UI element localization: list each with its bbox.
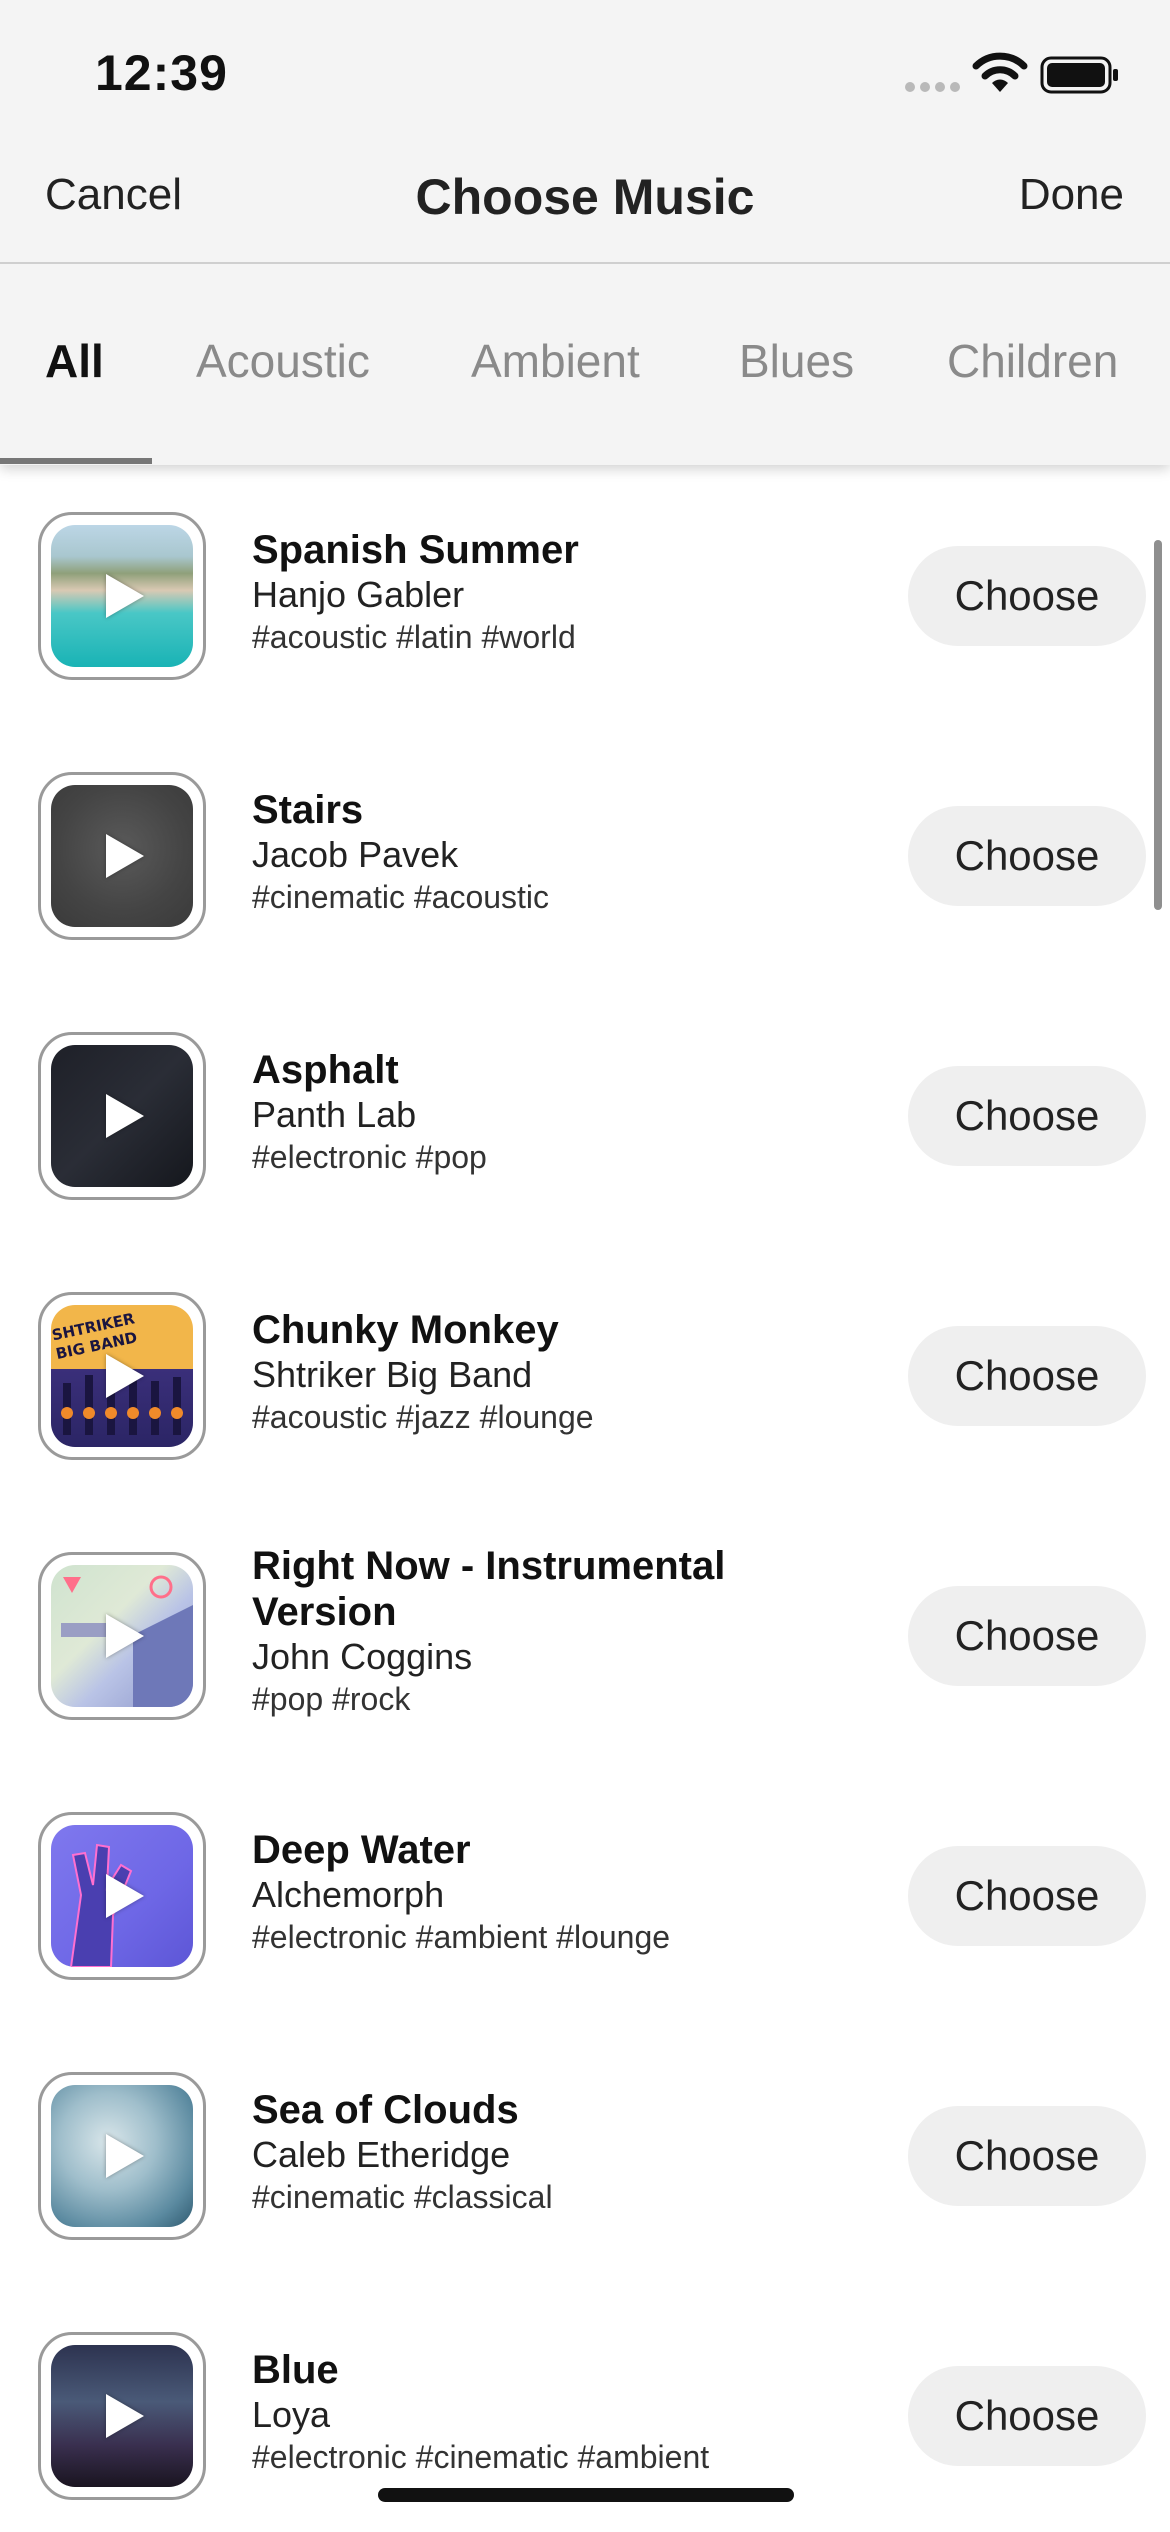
header: 12:39 Cancel Choose Music Done All Acous… [0, 0, 1170, 465]
tab-acoustic[interactable]: Acoustic [196, 334, 370, 388]
track-title: Stairs [252, 788, 364, 832]
track-row: Deep Water Alchemorph #electronic #ambie… [0, 1765, 1170, 2025]
track-artist: Alchemorph [252, 1874, 445, 1915]
choose-button[interactable]: Choose [908, 2366, 1146, 2466]
album-art-button[interactable] [38, 2332, 206, 2500]
choose-button[interactable]: Choose [908, 1586, 1146, 1686]
track-row: Stairs Jacob Pavek #cinematic #acoustic … [0, 725, 1170, 985]
wifi-icon [972, 52, 1028, 92]
album-art [51, 1565, 193, 1707]
tab-ambient[interactable]: Ambient [471, 334, 640, 388]
album-art: SHTRIKER BIG BAND [51, 1305, 193, 1447]
track-title: Spanish Summer [252, 528, 579, 572]
track-info: Sea of Clouds Caleb Etheridge #cinematic… [252, 2087, 812, 2217]
track-row: Spanish Summer Hanjo Gabler #acoustic #l… [0, 465, 1170, 725]
play-icon [106, 2394, 144, 2438]
album-art-button[interactable] [38, 512, 206, 680]
track-info: Stairs Jacob Pavek #cinematic #acoustic [252, 787, 812, 917]
track-tags: #pop #rock [252, 1681, 411, 1717]
choose-button[interactable]: Choose [908, 2106, 1146, 2206]
album-art-button[interactable] [38, 772, 206, 940]
album-art [51, 2085, 193, 2227]
tab-all[interactable]: All [45, 334, 104, 388]
play-icon [106, 1614, 144, 1658]
track-title: Right Now - Instrumental Version [252, 1544, 726, 1634]
track-artist: Shtriker Big Band [252, 1354, 533, 1395]
album-art-button[interactable] [38, 2072, 206, 2240]
track-title: Sea of Clouds [252, 2088, 519, 2132]
play-icon [106, 574, 144, 618]
choose-button[interactable]: Choose [908, 806, 1146, 906]
album-art [51, 525, 193, 667]
album-art [51, 1045, 193, 1187]
status-bar: 12:39 [0, 0, 1170, 150]
track-tags: #acoustic #latin #world [252, 619, 576, 655]
play-icon [106, 1094, 144, 1138]
track-info: Chunky Monkey Shtriker Big Band #acousti… [252, 1307, 812, 1437]
track-tags: #electronic #ambient #lounge [252, 1919, 671, 1955]
track-title: Deep Water [252, 1828, 471, 1872]
track-artist: John Coggins [252, 1636, 473, 1677]
track-tags: #cinematic #classical [252, 2179, 553, 2215]
track-info: Asphalt Panth Lab #electronic #pop [252, 1047, 812, 1177]
track-artist: Caleb Etheridge [252, 2134, 511, 2175]
choose-button[interactable]: Choose [908, 1846, 1146, 1946]
track-artist: Jacob Pavek [252, 834, 459, 875]
track-tags: #acoustic #jazz #lounge [252, 1399, 594, 1435]
track-info: Right Now - Instrumental Version John Co… [252, 1543, 812, 1719]
album-art-button[interactable] [38, 1812, 206, 1980]
track-row: SHTRIKER BIG BAND Chunky Monkey Shtriker… [0, 1245, 1170, 1505]
album-art [51, 1825, 193, 1967]
music-list: Spanish Summer Hanjo Gabler #acoustic #l… [0, 465, 1170, 2532]
track-title: Asphalt [252, 1048, 399, 1092]
album-art-button[interactable]: SHTRIKER BIG BAND [38, 1292, 206, 1460]
tab-blues[interactable]: Blues [739, 334, 854, 388]
genre-tabs: All Acoustic Ambient Blues Children [0, 264, 1170, 465]
page-title: Choose Music [415, 169, 755, 225]
track-info: Deep Water Alchemorph #electronic #ambie… [252, 1827, 812, 1957]
track-info: Spanish Summer Hanjo Gabler #acoustic #l… [252, 527, 812, 657]
track-tags: #cinematic #acoustic [252, 879, 550, 915]
choose-button[interactable]: Choose [908, 1326, 1146, 1426]
done-button[interactable]: Done [1019, 170, 1124, 220]
signal-dots-icon [905, 82, 961, 92]
track-row: Right Now - Instrumental Version John Co… [0, 1505, 1170, 1765]
play-icon [106, 834, 144, 878]
track-row: Asphalt Panth Lab #electronic #pop Choos… [0, 985, 1170, 1245]
play-icon [106, 1874, 144, 1918]
battery-icon [1040, 56, 1118, 94]
status-time: 12:39 [95, 45, 228, 101]
album-art-button[interactable] [38, 1552, 206, 1720]
album-art-button[interactable] [38, 1032, 206, 1200]
track-artist: Loya [252, 2394, 331, 2435]
tab-children[interactable]: Children [947, 334, 1118, 388]
navigation-bar: Cancel Choose Music Done [0, 150, 1170, 262]
track-info: Blue Loya #electronic #cinematic #ambien… [252, 2347, 812, 2477]
album-art [51, 785, 193, 927]
track-tags: #electronic #pop [252, 1139, 487, 1175]
choose-button[interactable]: Choose [908, 1066, 1146, 1166]
track-title: Chunky Monkey [252, 1308, 559, 1352]
track-tags: #electronic #cinematic #ambient [252, 2439, 710, 2475]
active-tab-indicator [0, 458, 152, 464]
track-row: Sea of Clouds Caleb Etheridge #cinematic… [0, 2025, 1170, 2285]
home-indicator [378, 2488, 794, 2502]
track-artist: Hanjo Gabler [252, 574, 465, 615]
track-artist: Panth Lab [252, 1094, 417, 1135]
album-art [51, 2345, 193, 2487]
scrollbar[interactable] [1154, 540, 1162, 910]
play-icon [106, 2134, 144, 2178]
choose-button[interactable]: Choose [908, 546, 1146, 646]
play-icon [106, 1354, 144, 1398]
track-title: Blue [252, 2348, 339, 2392]
